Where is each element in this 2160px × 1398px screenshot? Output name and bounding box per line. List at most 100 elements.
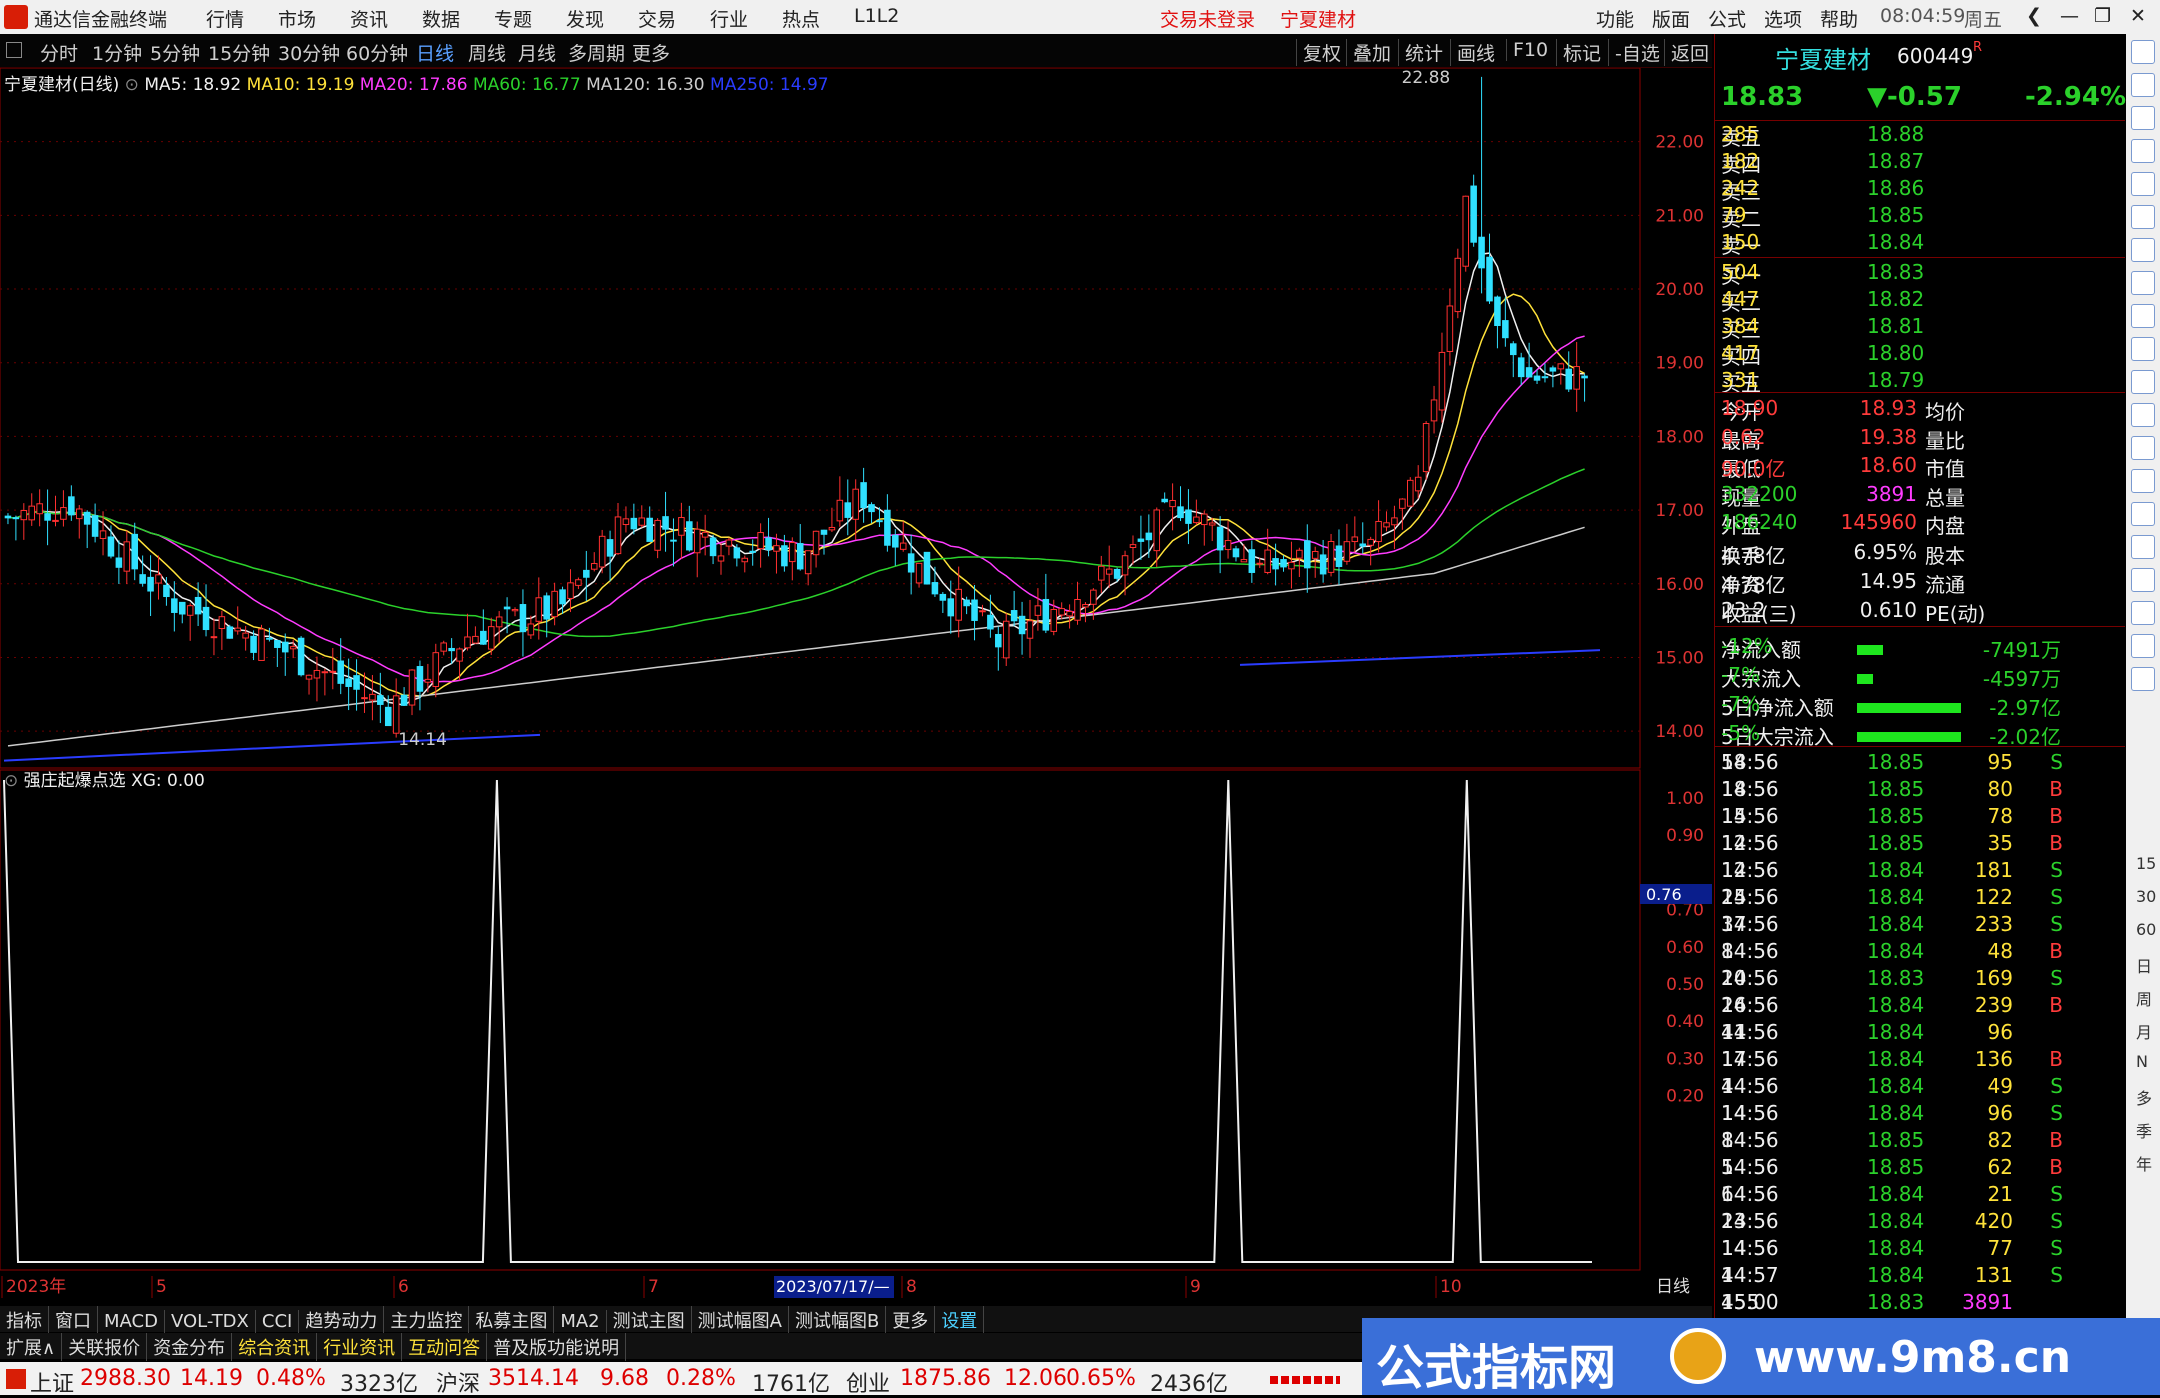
menu-item[interactable]: 行情 — [206, 5, 244, 32]
down-icon[interactable] — [2131, 106, 2155, 130]
stack-icon[interactable] — [2131, 667, 2155, 691]
period-shortcut[interactable]: 月 — [2136, 1019, 2152, 1043]
period-shortcut[interactable]: 日 — [2136, 953, 2152, 977]
indicator-tab[interactable]: MACD — [98, 1310, 165, 1333]
info-tab[interactable]: 互动问答 — [402, 1333, 488, 1361]
line-chart-icon[interactable] — [2131, 238, 2155, 262]
indicator-tab[interactable]: 测试主图 — [607, 1306, 692, 1334]
grid-icon[interactable] — [2131, 205, 2155, 229]
period-shortcut[interactable]: 15 — [2136, 854, 2156, 873]
menu-item[interactable]: 市场 — [278, 5, 316, 32]
indicator-tab[interactable]: 趋势动力 — [299, 1306, 385, 1334]
period-shortcut[interactable]: 多 — [2136, 1085, 2152, 1109]
toolbar-button[interactable]: 返回 — [1664, 39, 1709, 66]
list-icon[interactable] — [2131, 172, 2155, 196]
toolbar-button[interactable]: 画线 — [1450, 39, 1495, 66]
indicator-tab[interactable]: 更多 — [886, 1306, 936, 1334]
info-tab[interactable]: 关联报价 — [62, 1333, 148, 1361]
toggle-icon[interactable] — [6, 42, 22, 58]
menu-item[interactable]: 资讯 — [350, 5, 388, 32]
more-periods[interactable]: 更多 — [632, 39, 670, 66]
period-tab-active[interactable]: 日线 — [416, 39, 454, 66]
period-tab[interactable]: 30分钟 — [278, 39, 340, 66]
info-tab[interactable]: 综合资讯 — [232, 1333, 318, 1361]
cy-index-name[interactable]: 创业 — [846, 1366, 890, 1398]
menu-item[interactable]: 热点 — [782, 5, 820, 32]
menu-item[interactable]: 数据 — [422, 5, 460, 32]
settings-icon[interactable]: ⊙ — [125, 75, 145, 95]
indicator-tab[interactable]: 指标 — [0, 1306, 49, 1334]
pencil-icon[interactable] — [2131, 601, 2155, 625]
up-arrow-icon[interactable] — [2131, 40, 2155, 64]
up-icon[interactable] — [2131, 73, 2155, 97]
period-tab[interactable]: 分时 — [40, 39, 78, 66]
info-tab[interactable]: 普及版功能说明 — [487, 1333, 627, 1361]
indicator-tab[interactable]: 窗口 — [49, 1306, 98, 1334]
menu-item[interactable]: 帮助 — [1820, 5, 1858, 32]
indicator-tab[interactable]: 主力监控 — [384, 1306, 470, 1334]
period-tab[interactable]: 15分钟 — [208, 39, 270, 66]
period-shortcut[interactable]: 季 — [2136, 1118, 2152, 1142]
toolbar-button[interactable]: 统计 — [1398, 39, 1443, 66]
hs-index-name[interactable]: 沪深 — [436, 1366, 480, 1398]
table-icon[interactable] — [2131, 304, 2155, 328]
f9-icon[interactable] — [2131, 370, 2155, 394]
down-arrow-icon[interactable] — [2131, 139, 2155, 163]
login-status[interactable]: 交易未登录 — [1160, 5, 1255, 32]
menu-item[interactable]: 公式 — [1708, 5, 1746, 32]
period-tab[interactable]: 5分钟 — [150, 39, 200, 66]
menu-item[interactable]: 选项 — [1764, 5, 1802, 32]
indicator-tab[interactable]: 测试幅图A — [692, 1306, 789, 1334]
info-tab[interactable]: 资金分布 — [147, 1333, 233, 1361]
menu-item[interactable]: 专题 — [494, 5, 532, 32]
period-shortcut[interactable]: 周 — [2136, 986, 2152, 1010]
period-tab[interactable]: 月线 — [518, 39, 556, 66]
period-tab[interactable]: 多周期 — [568, 39, 625, 66]
period-shortcut[interactable]: N — [2136, 1052, 2148, 1071]
menu-item[interactable]: 发现 — [566, 5, 604, 32]
candle-body — [408, 669, 416, 706]
period-tab[interactable]: 周线 — [468, 39, 506, 66]
menu-item[interactable]: 版面 — [1652, 5, 1690, 32]
kline-chart[interactable]: 22.00 21.00 20.00 19.00 18.00 17.00 16.00 15.00… — [0, 68, 1712, 1298]
indicator-tab[interactable]: VOL-TDX — [165, 1310, 256, 1333]
link-icon[interactable] — [2131, 535, 2155, 559]
period-shortcut[interactable]: 30 — [2136, 887, 2156, 906]
menu-item[interactable]: 交易 — [638, 5, 676, 32]
restore-icon[interactable]: ❐ — [2094, 5, 2111, 27]
indicator-tab[interactable]: 私募主图 — [469, 1306, 555, 1334]
settings-icon[interactable]: ⊙ — [4, 771, 24, 791]
toolbar-button[interactable]: 复权 — [1296, 39, 1341, 66]
info-tab[interactable]: 扩展∧ — [0, 1333, 63, 1361]
toolbar-button[interactable]: F10 — [1506, 39, 1548, 61]
rsi-icon[interactable] — [2131, 502, 2155, 526]
fs-icon[interactable] — [2131, 634, 2155, 658]
tick-volume: 35 — [1987, 831, 2013, 855]
f2-icon[interactable] — [2131, 403, 2155, 427]
info-tab[interactable]: 行业资讯 — [317, 1333, 403, 1361]
back-icon[interactable]: ❮ — [2026, 5, 2042, 27]
menu-item[interactable]: 功能 — [1596, 5, 1634, 32]
close-icon[interactable]: ✕ — [2130, 5, 2146, 27]
f10-icon[interactable] — [2131, 337, 2155, 361]
sh-index-name[interactable]: 上证 — [30, 1366, 74, 1398]
candle-icon[interactable] — [2131, 271, 2155, 295]
toolbar-button[interactable]: 叠加 — [1346, 39, 1391, 66]
indicator-tab[interactable]: 设置 — [935, 1306, 985, 1334]
indicator-tab[interactable]: 测试幅图B — [789, 1306, 887, 1334]
menu-item[interactable]: L1L2 — [854, 5, 899, 27]
toolbar-button[interactable]: 标记 — [1556, 39, 1601, 66]
menu-item[interactable]: 行业 — [710, 5, 748, 32]
clock-icon[interactable] — [2131, 469, 2155, 493]
period-shortcut[interactable]: 年 — [2136, 1151, 2152, 1175]
indicator-tab[interactable]: CCI — [256, 1310, 300, 1333]
tick-row: 14:56 18.85 80 B 18 — [1721, 777, 2121, 805]
period-tab[interactable]: 1分钟 — [92, 39, 142, 66]
indicator-tab[interactable]: MA2 — [554, 1310, 607, 1333]
period-tab[interactable]: 60分钟 — [346, 39, 408, 66]
toolbar-button[interactable]: -自选 — [1608, 39, 1660, 66]
f5-icon[interactable] — [2131, 436, 2155, 460]
minimize-icon[interactable]: — — [2060, 5, 2079, 27]
period-shortcut[interactable]: 60 — [2136, 920, 2156, 939]
move-icon[interactable] — [2131, 568, 2155, 592]
